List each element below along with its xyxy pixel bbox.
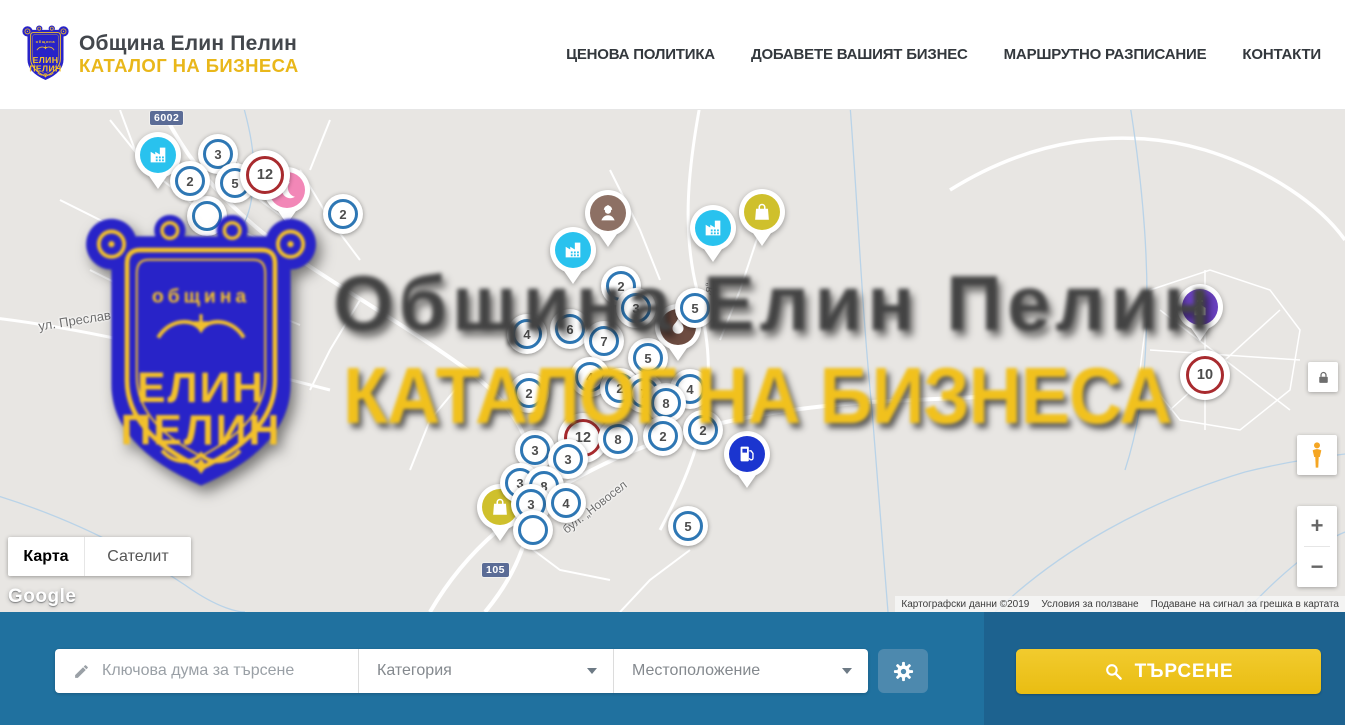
site-title: Община Елин Пелин	[79, 32, 299, 56]
map-type-map-button[interactable]: Карта	[8, 537, 85, 576]
search-button-label: ТЪРСЕНЕ	[1135, 661, 1234, 683]
search-group: Категория Местоположение	[55, 649, 868, 693]
lock-icon	[1315, 369, 1332, 386]
keyword-segment	[55, 649, 358, 693]
site-header: Община Елин Пелин КАТАЛОГ НА БИЗНЕСА ЦЕН…	[0, 0, 1345, 110]
location-select-value: Местоположение	[632, 662, 760, 680]
lock-button[interactable]	[1308, 362, 1338, 392]
nav-item[interactable]: ЦЕНОВА ПОЛИТИКА	[566, 46, 715, 63]
map-type-satellite-button[interactable]: Сателит	[85, 537, 191, 576]
zoom-out-button[interactable]: −	[1297, 547, 1337, 587]
municipality-emblem-icon	[22, 25, 69, 84]
category-select[interactable]: Категория	[358, 649, 613, 693]
gear-icon	[892, 660, 915, 683]
zoom-in-button[interactable]: +	[1297, 506, 1337, 546]
chevron-down-icon	[587, 668, 597, 674]
attribution-text: Картографски данни ©2019	[901, 599, 1029, 610]
keyword-input[interactable]	[102, 662, 344, 680]
map-attribution: Картографски данни ©2019 Условия за ползв…	[895, 596, 1345, 612]
search-icon	[1104, 662, 1123, 681]
category-select-value: Категория	[377, 662, 452, 680]
google-logo[interactable]: Google	[8, 586, 76, 608]
main-nav: ЦЕНОВА ПОЛИТИКА ДОБАВЕТЕ ВАШИЯТ БИЗНЕС МАР…	[566, 46, 1321, 63]
location-select[interactable]: Местоположение	[613, 649, 868, 693]
brand-text: Община Елин Пелин КАТАЛОГ НА БИЗНЕСА	[79, 32, 299, 76]
map-type-control: Карта Сателит	[8, 537, 191, 576]
nav-item[interactable]: ДОБАВЕТЕ ВАШИЯТ БИЗНЕС	[751, 46, 968, 63]
attribution-link[interactable]: Подаване на сигнал за грешка в картата	[1151, 599, 1339, 610]
map-controls-layer: Карта Сателит Google Картографски данни …	[0, 110, 1345, 612]
nav-item[interactable]: МАРШРУТНО РАЗПИСАНИЕ	[1004, 46, 1207, 63]
search-button[interactable]: ТЪРСЕНЕ	[1016, 649, 1321, 694]
advanced-filters-button[interactable]	[878, 649, 928, 693]
search-panel: Категория Местоположение ТЪРСЕНЕ	[0, 612, 1345, 725]
site-subtitle: КАТАЛОГ НА БИЗНЕСА	[79, 56, 299, 77]
site-logo-link[interactable]: Община Елин Пелин КАТАЛОГ НА БИЗНЕСА	[22, 25, 299, 84]
map-canvas[interactable]: 325122235647542274822128333834510 Община…	[0, 110, 1345, 612]
pegman-button[interactable]	[1297, 435, 1337, 475]
attribution-link[interactable]: Условия за ползване	[1041, 599, 1138, 610]
pegman-icon	[1309, 441, 1325, 469]
pencil-icon	[73, 663, 90, 680]
chevron-down-icon	[842, 668, 852, 674]
zoom-control: + −	[1297, 506, 1337, 587]
nav-item[interactable]: КОНТАКТИ	[1242, 46, 1321, 63]
